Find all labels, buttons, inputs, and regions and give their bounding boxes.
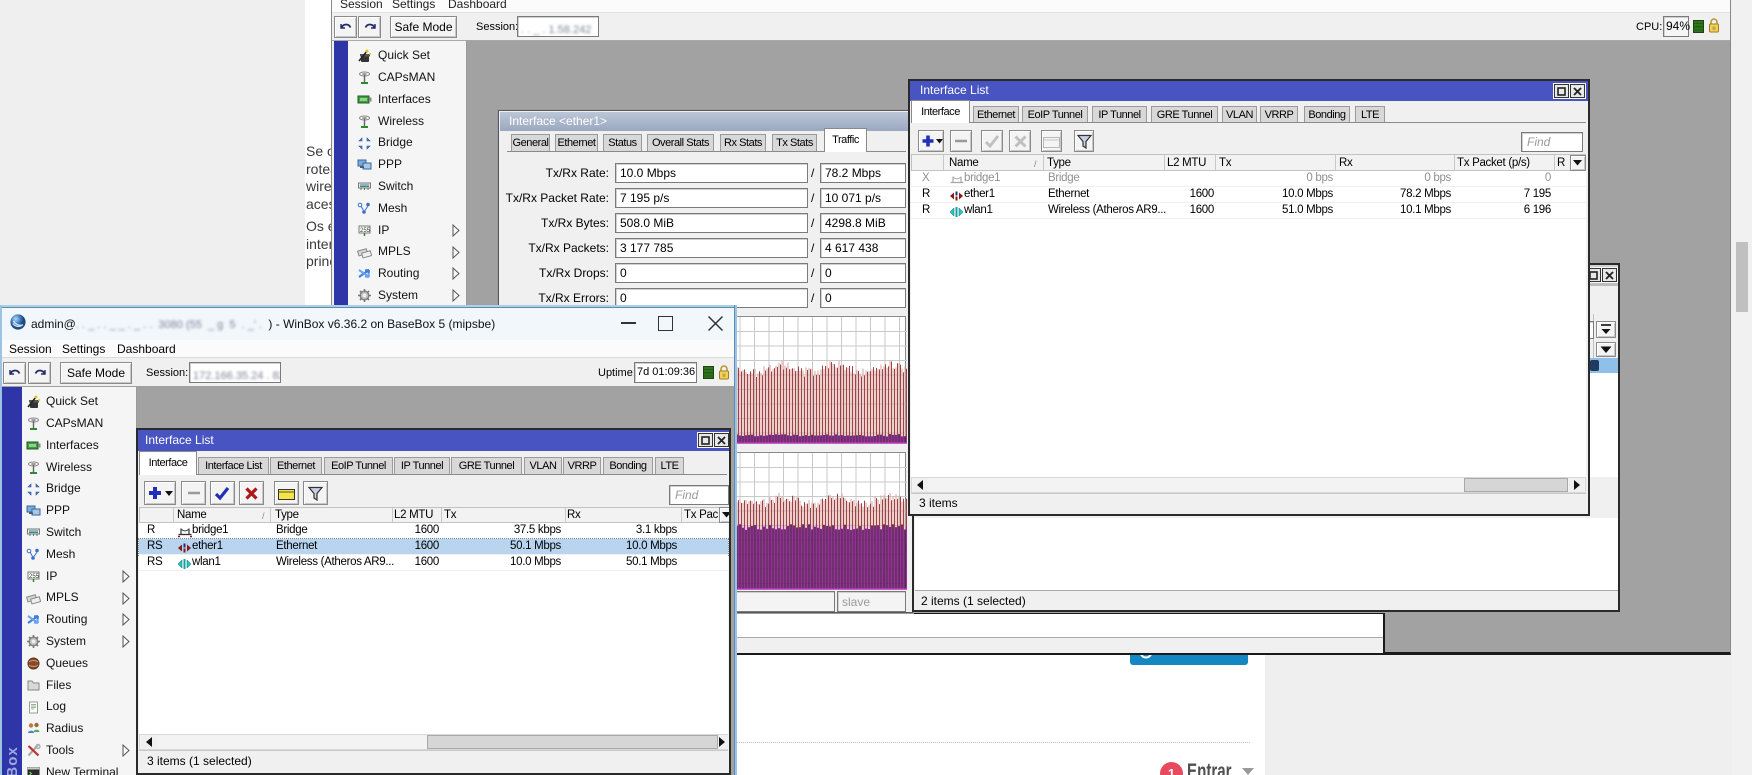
svg-text:255: 255: [360, 228, 371, 234]
svg-text:255: 255: [29, 574, 40, 580]
